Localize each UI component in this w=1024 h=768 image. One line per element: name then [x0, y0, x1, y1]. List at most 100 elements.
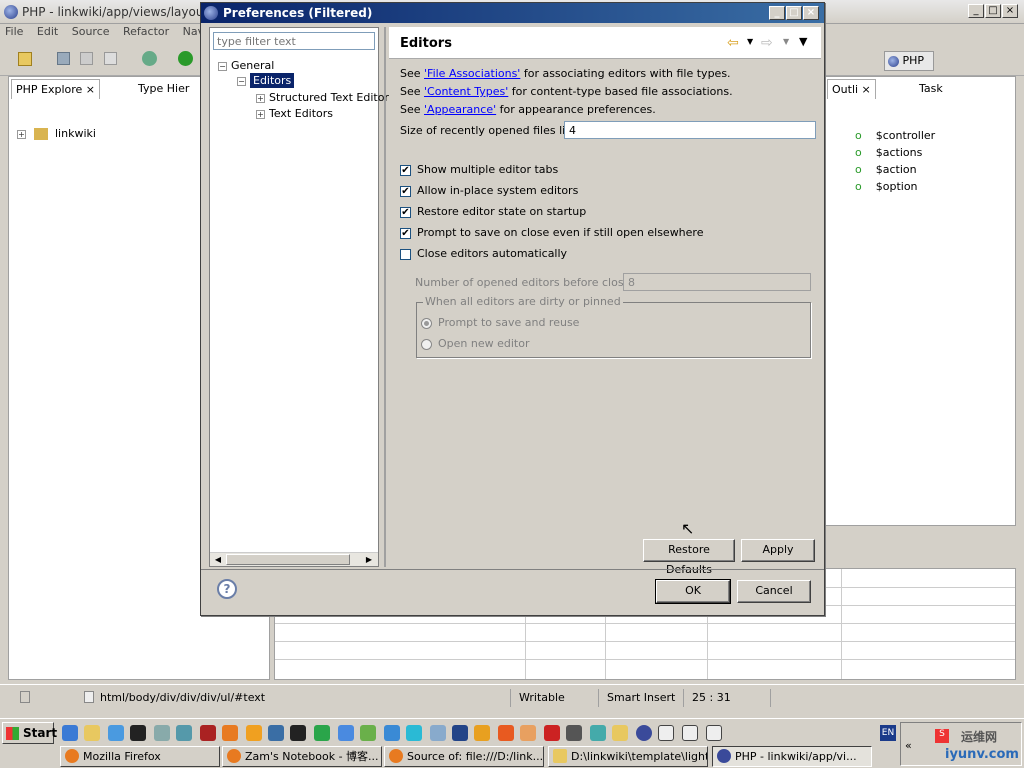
maximize-button[interactable]: □: [985, 4, 1001, 18]
qq-icon[interactable]: [290, 725, 306, 741]
dialog-maximize-button[interactable]: □: [786, 6, 802, 20]
outline-item[interactable]: o $option: [855, 180, 918, 193]
help-icon[interactable]: ?: [217, 579, 237, 599]
checkbox-checked-icon[interactable]: ✔: [400, 206, 411, 218]
app-icon[interactable]: [338, 725, 354, 741]
run-icon[interactable]: [178, 51, 193, 66]
menu-refactor[interactable]: Refactor: [118, 24, 174, 39]
taskbar-item[interactable]: Source of: file:///D:/link...: [384, 746, 544, 767]
restore-defaults-button[interactable]: Restore Defaults: [643, 539, 735, 576]
app-icon[interactable]: [406, 725, 422, 741]
taskbar-item[interactable]: Mozilla Firefox: [60, 746, 220, 767]
app-icon[interactable]: [452, 725, 468, 741]
expand-icon[interactable]: +: [256, 93, 265, 103]
appearance-link[interactable]: 'Appearance': [424, 103, 496, 116]
eclipse-icon[interactable]: [636, 725, 652, 741]
app-icon[interactable]: [520, 725, 536, 741]
tray-icon[interactable]: S: [935, 729, 949, 743]
expand-icon[interactable]: +: [17, 129, 26, 139]
view-menu-icon[interactable]: ▼: [799, 35, 807, 48]
apply-button[interactable]: Apply: [741, 539, 815, 562]
tree-item-editors[interactable]: − Editors: [237, 73, 295, 88]
debug-icon[interactable]: [142, 51, 157, 66]
show-desktop-icon[interactable]: [706, 725, 722, 741]
app-icon[interactable]: [384, 725, 400, 741]
back-dropdown-icon[interactable]: ▼: [747, 37, 753, 46]
ok-button[interactable]: OK: [655, 579, 731, 604]
checkbox-row[interactable]: Close editors automatically: [400, 247, 567, 260]
taskbar-item[interactable]: Zam's Notebook - 博客...: [222, 746, 382, 767]
app-icon[interactable]: [590, 725, 606, 741]
collapse-icon[interactable]: −: [218, 61, 227, 71]
tab-php-explorer[interactable]: PHP Explore ×: [11, 79, 101, 99]
splitter[interactable]: [384, 27, 386, 567]
scroll-thumb[interactable]: [226, 554, 350, 565]
back-icon[interactable]: ⇦: [727, 35, 739, 51]
php-perspective-button[interactable]: PHP: [884, 51, 934, 71]
ie-icon[interactable]: [62, 725, 78, 741]
menu-source[interactable]: Source: [67, 24, 115, 39]
firefox-icon[interactable]: [498, 725, 514, 741]
taskbar-item[interactable]: PHP - linkwiki/app/vi...: [712, 746, 872, 767]
content-types-link[interactable]: 'Content Types': [424, 85, 508, 98]
cancel-button[interactable]: Cancel: [737, 580, 811, 603]
dialog-minimize-button[interactable]: _: [769, 6, 785, 20]
app-icon[interactable]: [474, 725, 490, 741]
outline-item[interactable]: o $controller: [855, 129, 935, 142]
fast-view-icon[interactable]: [20, 691, 30, 703]
app-icon[interactable]: [154, 725, 170, 741]
app-icon[interactable]: [566, 725, 582, 741]
app-icon[interactable]: [246, 725, 262, 741]
outline-item[interactable]: o $action: [855, 163, 917, 176]
checkbox-checked-icon[interactable]: ✔: [400, 185, 411, 197]
horizontal-scrollbar[interactable]: ◀ ▶: [210, 552, 378, 566]
app-icon[interactable]: [360, 725, 376, 741]
save-icon[interactable]: [57, 52, 70, 65]
tree-item-text-editors[interactable]: + Text Editors: [256, 107, 333, 120]
app-icon[interactable]: [200, 725, 216, 741]
filter-input[interactable]: [213, 32, 375, 50]
forward-icon[interactable]: ⇨: [761, 35, 773, 51]
checkbox-row[interactable]: ✔ Prompt to save on close even if still o…: [400, 226, 703, 239]
scroll-right-icon[interactable]: ▶: [362, 553, 376, 566]
tray-expand-icon[interactable]: «: [905, 739, 912, 752]
checkbox-unchecked-icon[interactable]: [400, 248, 411, 260]
chrome-icon[interactable]: [314, 725, 330, 741]
firefox-icon[interactable]: [222, 725, 238, 741]
tab-outline[interactable]: Outli ×: [827, 79, 876, 99]
new-icon[interactable]: [18, 52, 32, 66]
outline-item[interactable]: o $actions: [855, 146, 922, 159]
app-icon[interactable]: [658, 725, 674, 741]
checkbox-checked-icon[interactable]: ✔: [400, 164, 411, 176]
folder-icon[interactable]: [612, 725, 628, 741]
filezilla-icon[interactable]: [544, 725, 560, 741]
expand-icon[interactable]: +: [256, 109, 265, 119]
tree-item-structured-text-editor[interactable]: + Structured Text Editor: [256, 91, 389, 104]
menu-edit[interactable]: Edit: [32, 24, 63, 39]
app-icon[interactable]: [268, 725, 284, 741]
checkbox-row[interactable]: ✔ Show multiple editor tabs: [400, 163, 558, 176]
browser-icon[interactable]: [108, 725, 124, 741]
collapse-icon[interactable]: −: [237, 76, 246, 86]
minimize-button[interactable]: _: [968, 4, 984, 18]
cmd-icon[interactable]: [130, 725, 146, 741]
file-associations-link[interactable]: 'File Associations': [424, 67, 520, 80]
tree-item-general[interactable]: − General: [218, 59, 274, 72]
project-linkwiki[interactable]: + linkwiki: [17, 127, 96, 140]
app-icon[interactable]: [430, 725, 446, 741]
scroll-left-icon[interactable]: ◀: [211, 553, 225, 566]
dialog-close-button[interactable]: ×: [803, 6, 819, 20]
tab-tasks[interactable]: Task: [915, 79, 947, 98]
recent-files-input[interactable]: 4: [564, 121, 816, 139]
app-icon[interactable]: [176, 725, 192, 741]
checkbox-checked-icon[interactable]: ✔: [400, 227, 411, 239]
checkbox-row[interactable]: ✔ Allow in-place system editors: [400, 184, 578, 197]
start-button[interactable]: Start: [2, 722, 57, 744]
app-icon[interactable]: [682, 725, 698, 741]
print-icon[interactable]: [104, 52, 117, 65]
tab-type-hierarchy[interactable]: Type Hier: [134, 79, 193, 98]
forward-dropdown-icon[interactable]: ▼: [783, 37, 789, 46]
save-all-icon[interactable]: [80, 52, 93, 65]
folder-icon[interactable]: [84, 725, 100, 741]
taskbar-item[interactable]: D:\linkwiki\template\light...: [548, 746, 708, 767]
